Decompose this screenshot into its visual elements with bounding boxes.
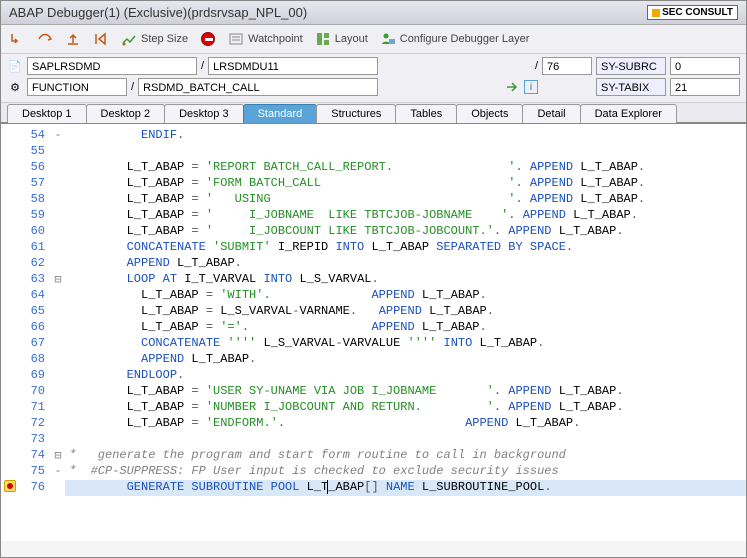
tab-data-explorer[interactable]: Data Explorer <box>580 104 677 123</box>
view-tabs: Desktop 1Desktop 2Desktop 3StandardStruc… <box>1 103 746 123</box>
title-bar: ABAP Debugger(1) (Exclusive)(prdsrvsap_N… <box>1 1 746 25</box>
tab-structures[interactable]: Structures <box>316 104 396 123</box>
line-field[interactable]: 76 <box>542 57 592 75</box>
continue-icon[interactable] <box>93 31 109 47</box>
program-field[interactable]: SAPLRSDMD <box>27 57 197 75</box>
configure-layer-button[interactable]: Configure Debugger Layer <box>380 31 530 47</box>
code-line[interactable]: 72 L_T_ABAP = 'ENDFORM.'. APPEND L_T_ABA… <box>1 416 746 432</box>
step-over-icon[interactable] <box>37 31 53 47</box>
tab-objects[interactable]: Objects <box>456 104 523 123</box>
code-line[interactable]: 73 <box>1 432 746 448</box>
nav-icon[interactable] <box>504 79 520 95</box>
code-line[interactable]: 74⊟* generate the program and start form… <box>1 448 746 464</box>
sec-consult-badge: SEC CONSULT <box>647 5 738 20</box>
program-icon[interactable]: 📄 <box>7 58 23 74</box>
sy-tabix-value[interactable]: 21 <box>670 78 740 96</box>
step-size-button[interactable]: Step Size <box>121 31 188 47</box>
sy-subrc-value[interactable]: 0 <box>670 57 740 75</box>
sy-tabix-label: SY-TABIX <box>596 78 666 96</box>
tab-desktop-3[interactable]: Desktop 3 <box>164 104 244 123</box>
sy-subrc-label: SY-SUBRC <box>596 57 666 75</box>
breakpoint-marker[interactable] <box>4 480 16 492</box>
code-line[interactable]: 61 CONCATENATE 'SUBMIT' I_REPID INTO L_T… <box>1 240 746 256</box>
window-title: ABAP Debugger(1) (Exclusive)(prdsrvsap_N… <box>9 5 307 20</box>
tab-tables[interactable]: Tables <box>395 104 457 123</box>
code-editor[interactable]: 54- ENDIF.5556 L_T_ABAP = 'REPORT BATCH_… <box>1 123 746 541</box>
info-icon[interactable]: i <box>524 80 538 94</box>
code-line[interactable]: 68 APPEND L_T_ABAP. <box>1 352 746 368</box>
code-line[interactable]: 64 L_T_ABAP = 'WITH'. APPEND L_T_ABAP. <box>1 288 746 304</box>
code-line[interactable]: 57 L_T_ABAP = 'FORM BATCH_CALL '. APPEND… <box>1 176 746 192</box>
layout-button[interactable]: Layout <box>315 31 368 47</box>
scope-name-field[interactable]: RSDMD_BATCH_CALL <box>138 78 378 96</box>
step-into-icon[interactable] <box>9 31 25 47</box>
watchpoint-button[interactable]: Watchpoint <box>228 31 303 47</box>
include-field[interactable]: LRSDMDU11 <box>208 57 378 75</box>
code-line[interactable]: 60 L_T_ABAP = ' I_JOBCOUNT LIKE TBTCJOB-… <box>1 224 746 240</box>
main-toolbar: Step Size Watchpoint Layout Configure De… <box>1 25 746 54</box>
tab-desktop-1[interactable]: Desktop 1 <box>7 104 87 123</box>
scope-type-field[interactable]: FUNCTION <box>27 78 127 96</box>
code-line[interactable]: 75-* #CP-SUPPRESS: FP User input is chec… <box>1 464 746 480</box>
code-line[interactable]: 58 L_T_ABAP = ' USING '. APPEND L_T_ABAP… <box>1 192 746 208</box>
code-line[interactable]: 69 ENDLOOP. <box>1 368 746 384</box>
code-line[interactable]: 56 L_T_ABAP = 'REPORT BATCH_CALL_REPORT.… <box>1 160 746 176</box>
code-line[interactable]: 54- ENDIF. <box>1 128 746 144</box>
code-line[interactable]: 63⊟ LOOP AT I_T_VARVAL INTO L_S_VARVAL. <box>1 272 746 288</box>
settings-icon[interactable]: ⚙ <box>7 79 23 95</box>
code-line[interactable]: 76 GENERATE SUBROUTINE POOL L_T_ABAP[] N… <box>1 480 746 496</box>
context-fields: 📄 SAPLRSDMD / LRSDMDU11 / 76 SY-SUBRC 0 … <box>1 54 746 103</box>
code-line[interactable]: 55 <box>1 144 746 160</box>
code-line[interactable]: 65 L_T_ABAP = L_S_VARVAL-VARNAME. APPEND… <box>1 304 746 320</box>
stop-icon[interactable] <box>200 31 216 47</box>
code-line[interactable]: 67 CONCATENATE '''' L_S_VARVAL-VARVALUE … <box>1 336 746 352</box>
code-line[interactable]: 70 L_T_ABAP = 'USER SY-UNAME VIA JOB I_J… <box>1 384 746 400</box>
code-line[interactable]: 59 L_T_ABAP = ' I_JOBNAME LIKE TBTCJOB-J… <box>1 208 746 224</box>
code-line[interactable]: 62 APPEND L_T_ABAP. <box>1 256 746 272</box>
tab-desktop-2[interactable]: Desktop 2 <box>86 104 166 123</box>
code-line[interactable]: 71 L_T_ABAP = 'NUMBER I_JOBCOUNT AND RET… <box>1 400 746 416</box>
tab-standard[interactable]: Standard <box>243 104 318 123</box>
step-out-icon[interactable] <box>65 31 81 47</box>
tab-detail[interactable]: Detail <box>522 104 580 123</box>
code-line[interactable]: 66 L_T_ABAP = '='. APPEND L_T_ABAP. <box>1 320 746 336</box>
